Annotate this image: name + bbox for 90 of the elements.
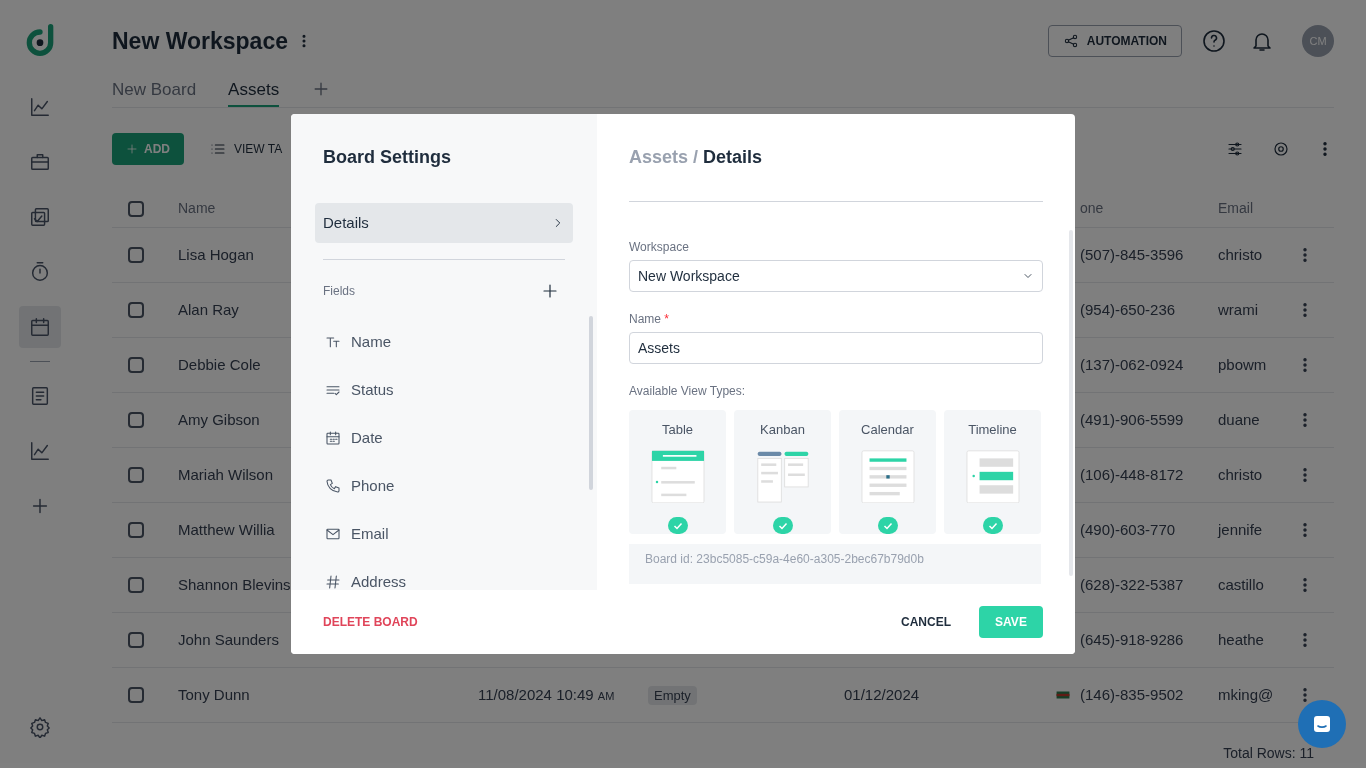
breadcrumb: Assets / Details xyxy=(629,146,764,169)
briefcase-icon xyxy=(29,151,51,173)
field-item[interactable]: Name xyxy=(325,318,573,366)
text-type-icon xyxy=(325,334,341,350)
table-cell: 01/12/2024 xyxy=(844,685,920,703)
chat-button[interactable] xyxy=(1298,700,1346,748)
table-cell-text: (491)-906-5599 xyxy=(1080,409,1184,430)
view-button[interactable]: VIEW TA xyxy=(200,133,293,165)
table-cell-text: Alan Ray xyxy=(178,299,239,320)
view-type-card[interactable]: Calendar xyxy=(839,410,936,534)
add-field-icon[interactable] xyxy=(541,282,559,300)
phone-icon xyxy=(325,478,341,494)
table-cell-text: Amy Gibson xyxy=(178,409,260,430)
column-header: Email xyxy=(1218,199,1253,218)
calendar-icon xyxy=(29,316,51,338)
checkbox[interactable] xyxy=(128,577,144,593)
board-tab[interactable]: Assets xyxy=(228,77,280,107)
checkbox[interactable] xyxy=(128,357,144,373)
checkbox[interactable] xyxy=(128,302,144,318)
table-cell-text: (628)-322-5387 xyxy=(1080,574,1184,595)
table-cell-text: (954)-650-236 xyxy=(1080,299,1176,320)
table-cell-text: duane xyxy=(1218,409,1260,430)
chart-icon xyxy=(29,96,51,118)
checkbox[interactable] xyxy=(128,200,144,217)
checkbox[interactable] xyxy=(128,522,144,538)
field-item[interactable]: Address xyxy=(325,558,573,590)
table-cell: 11/08/2024 10:49 AM xyxy=(478,685,615,703)
table-cell-text: Tony Dunn xyxy=(178,684,250,705)
table-cell-text: Shannon Blevins xyxy=(178,574,291,595)
table-cell-text: castillo xyxy=(1218,574,1264,595)
checkbox[interactable] xyxy=(128,467,144,483)
total-rows: Total Rows: 11 xyxy=(1223,743,1314,764)
view-type-card[interactable]: Timeline xyxy=(944,410,1041,534)
automation-button[interactable]: AUTOMATION xyxy=(1047,25,1182,57)
name-input[interactable]: Assets xyxy=(629,332,1043,364)
field-item[interactable]: Phone xyxy=(325,462,573,510)
sliders-icon[interactable] xyxy=(1226,140,1244,158)
table-cell-text: christo xyxy=(1218,244,1263,265)
checkbox[interactable] xyxy=(128,632,144,648)
table-cell-text: (137)-062-0924 xyxy=(1080,354,1184,375)
workspace-select[interactable]: New Workspace xyxy=(629,260,1043,292)
checkbox[interactable] xyxy=(128,247,144,263)
table-cell-text: wrami xyxy=(1218,299,1258,320)
view-type-card[interactable]: Table xyxy=(629,410,726,534)
field-item[interactable]: Status xyxy=(325,366,573,414)
checkbox[interactable] xyxy=(128,687,144,703)
table-cell-text: (490)-603-770 xyxy=(1080,519,1176,540)
field-item[interactable]: Email xyxy=(325,510,573,558)
view-type-card[interactable]: Kanban xyxy=(734,410,831,534)
help-icon[interactable] xyxy=(1202,29,1226,53)
table-cell-text: jennife xyxy=(1218,519,1263,540)
table-cell-text: (507)-845-3596 xyxy=(1080,244,1184,265)
table-cell-text: mking@ xyxy=(1218,684,1274,705)
table-cell-text: (645)-918-9286 xyxy=(1080,629,1184,650)
board-id: Board id: 23bc5085-c59a-4e60-a305-2bec67b79d0b xyxy=(629,544,1041,584)
timer-icon xyxy=(29,261,51,283)
mail-icon xyxy=(325,526,341,542)
chart-icon xyxy=(29,440,51,462)
delete-board-button[interactable]: DELETE BOARD xyxy=(323,613,418,631)
status-badge: Empty xyxy=(648,685,697,705)
column-header: Name xyxy=(178,199,216,218)
table-cell-text: Matthew Willia xyxy=(178,519,275,540)
table-cell-text: John Saunders xyxy=(178,629,279,650)
section-label: Fields xyxy=(323,283,355,300)
logo-icon[interactable] xyxy=(24,24,56,56)
table-cell-text: (106)-448-8172 xyxy=(1080,464,1184,485)
field-item[interactable]: Date xyxy=(325,414,573,462)
checkbox[interactable] xyxy=(128,412,144,428)
table-cell-text: (146)-835-9502 xyxy=(1080,684,1184,705)
share-nodes-icon xyxy=(1062,33,1079,49)
table-cell-text: christo xyxy=(1218,464,1263,485)
column-header: one xyxy=(1080,199,1104,218)
plus-icon xyxy=(126,143,138,155)
table-cell-text: Lisa Hogan xyxy=(178,244,254,265)
settings-nav-item[interactable]: Details xyxy=(315,203,573,243)
section-label: Available View Types: xyxy=(629,383,747,400)
field-label: Workspace xyxy=(629,239,690,256)
modal-title: Board Settings xyxy=(323,146,452,169)
document-icon xyxy=(29,385,51,407)
sidebar-item[interactable] xyxy=(19,306,61,348)
cancel-button[interactable]: CANCEL xyxy=(889,606,963,638)
table-cell-text: Debbie Cole xyxy=(178,354,261,375)
workspace-title: New Workspace xyxy=(112,26,288,56)
calendar-icon xyxy=(325,430,341,446)
table-cell-text: pbowm xyxy=(1218,354,1267,375)
hash-icon xyxy=(325,574,341,590)
table-cell-text: heathe xyxy=(1218,629,1264,650)
tasks-icon xyxy=(29,206,51,228)
field-label: Name * xyxy=(629,311,670,328)
table-cell-text: Mariah Wilson xyxy=(178,464,274,485)
